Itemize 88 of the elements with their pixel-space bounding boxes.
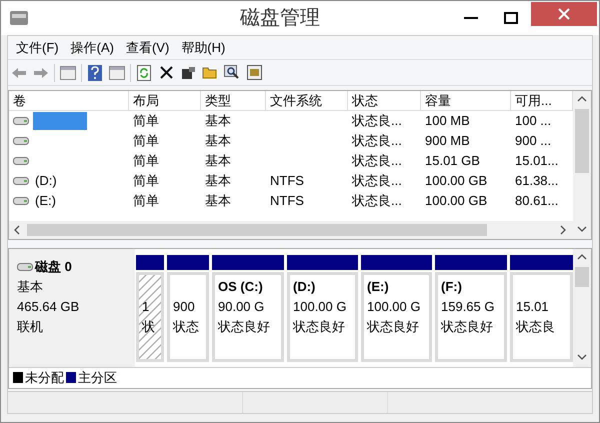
table-cell-text: 基本 [205,132,231,150]
disk-info-panel[interactable]: 磁盘 0 基本 465.64 GB 联机 [9,249,135,367]
vertical-scrollbar[interactable] [573,249,591,367]
table-cell-text: 简单 [133,112,159,130]
partition-text: 状态良好 [367,318,420,336]
table-cell-text: 基本 [205,152,231,170]
partition-text: 90.00 G [218,298,266,316]
table-cell-text: 900 MB [425,132,470,150]
volume-cell[interactable] [33,112,87,130]
table-cell-text: 100.00 GB [425,172,488,190]
menu-item[interactable]: 文件(F) [12,38,63,58]
table-cell-text: 状态良... [352,132,402,150]
table-cell-text: 状态良... [352,192,402,210]
menu-item[interactable]: 帮助(H) [177,38,230,58]
column-header[interactable]: 类型 [201,91,266,110]
partition-block[interactable]: 15.01 状态良 [510,272,573,362]
column-header[interactable]: 布局 [129,91,201,110]
scroll-thumb[interactable] [575,267,589,287]
partition-text: 状 [142,318,156,336]
table-cell-text: NTFS [270,172,304,190]
menu-item[interactable]: 查看(V) [122,38,174,58]
disk-type: 基本 [17,278,44,296]
table-cell-text: 100 MB [425,112,470,130]
table-cell-text: 15.01 GB [425,152,480,170]
disk-name: 磁盘 0 [35,258,72,276]
column-header[interactable]: 文件系统 [266,91,348,110]
close-button[interactable] [531,2,597,26]
partition-title: (D:) [293,278,316,296]
table-cell-text: 状态良... [352,172,402,190]
table-cell-text: 状态良... [352,112,402,130]
partition-text: 状态 [173,318,200,336]
window-title: 磁盘管理 [239,6,321,31]
partition-block[interactable]: 1 状 [136,272,164,362]
close-icon [558,8,570,20]
table-cell-text: 100.00 GB [425,192,488,210]
partition-text: 状态良好 [293,318,346,336]
horizontal-scrollbar[interactable] [9,221,573,239]
table-cell-text: 100 ... [515,112,552,130]
table-cell-text: 简单 [133,192,159,210]
table-cell-text: 61.38... [515,172,558,190]
volume-cell[interactable]: (E:) [33,191,58,211]
settings-icon[interactable] [245,64,263,82]
help-icon[interactable] [86,64,104,82]
partition-title: (F:) [441,278,463,296]
menu-item[interactable]: 操作(A) [66,38,118,58]
scroll-thumb[interactable] [27,224,487,236]
partition-text: 状态良好 [441,318,494,336]
volume-cell[interactable]: (D:) [33,171,59,191]
magnifier-icon[interactable] [223,64,241,82]
table-cell-text: 简单 [133,152,159,170]
disk-size: 465.64 GB [17,298,80,316]
partition-text: 状态良 [516,318,556,336]
disk-status: 联机 [17,318,44,336]
table-cell-text: 基本 [205,112,231,130]
table-cell-text: 900 ... [515,132,552,150]
table-cell-text: 简单 [133,132,159,150]
partition-text: 状态良好 [218,318,271,336]
partition-block[interactable]: (D:) 100.00 G 状态良好 [287,272,358,362]
column-header[interactable]: 状态 [348,91,421,110]
partition-block[interactable]: (F:) 159.65 G 状态良好 [435,272,507,362]
table-cell-text: 基本 [205,172,231,190]
table-cell-text: 状态良... [352,152,402,170]
table-cell-text: 80.61... [515,192,558,210]
table-cell-text: NTFS [270,192,304,210]
panel-icon[interactable] [108,64,126,82]
partition-title: (E:) [367,278,390,296]
scroll-thumb[interactable] [575,109,589,173]
table-cell-text: 简单 [133,172,159,190]
vertical-scrollbar[interactable] [573,91,591,239]
partition-text: 900 [173,298,196,316]
partition-text: 1 [142,298,150,316]
partition-text: 15.01 [516,298,550,316]
disk-management-icon [9,9,29,27]
column-header[interactable]: 卷 [9,91,129,110]
panel-icon[interactable] [59,64,77,82]
legend-label: 未分配 [25,368,64,387]
partition-block[interactable]: OS (C:) 90.00 G 状态良好 [212,272,284,362]
partition-text: 159.65 G [441,298,496,316]
legend-label: 主分区 [78,368,117,387]
refresh-icon[interactable] [135,64,153,82]
partition-block[interactable]: (E:) 100.00 G 状态良好 [361,272,432,362]
partition-title: OS (C:) [218,278,264,296]
partition-block[interactable]: 900 状态 [167,272,209,362]
table-cell-text: 15.01... [515,152,558,170]
table-cell-text: 基本 [205,192,231,210]
partition-text: 100.00 G [367,298,422,316]
partition-text: 100.00 G [293,298,348,316]
column-header[interactable]: 容量 [421,91,511,110]
